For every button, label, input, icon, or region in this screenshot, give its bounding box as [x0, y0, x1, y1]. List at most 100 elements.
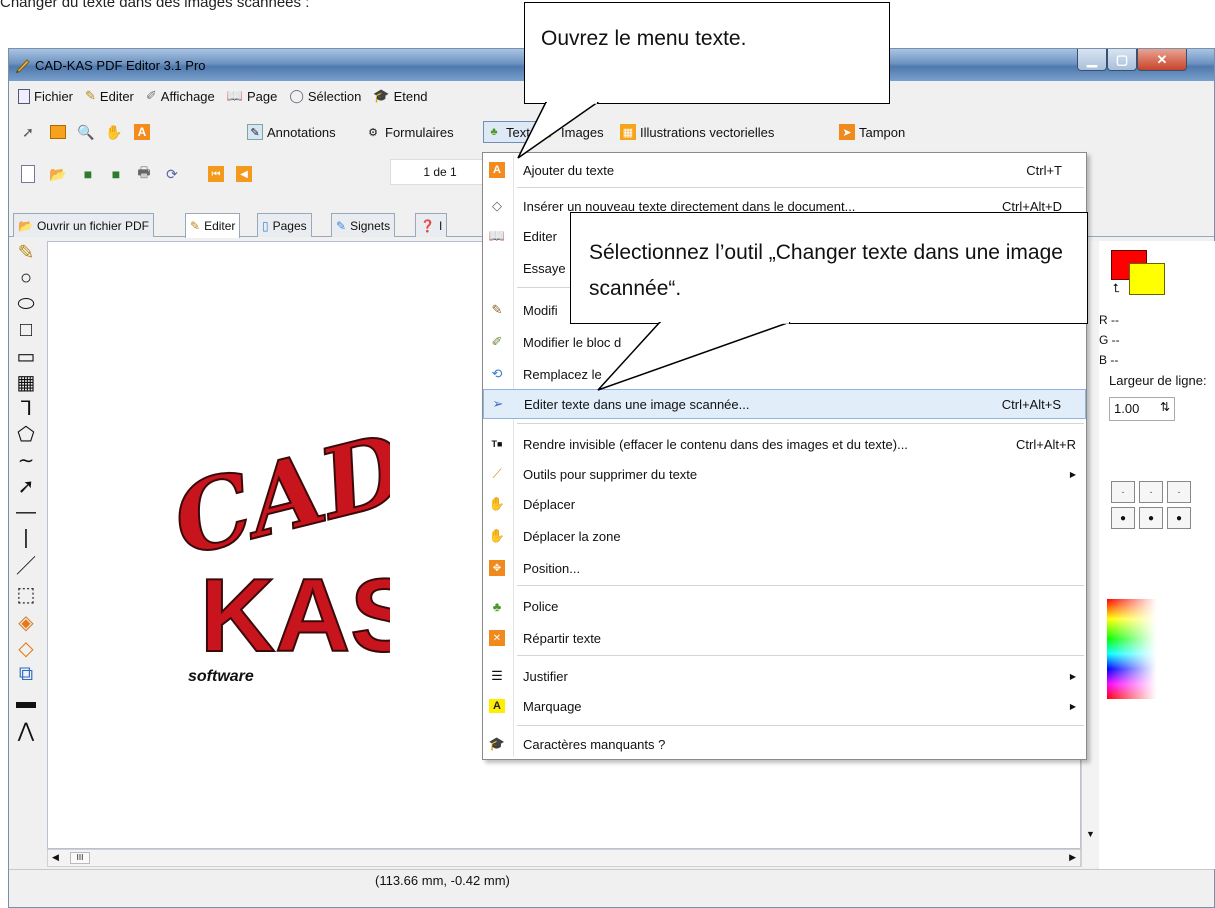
vector-icon: ▦: [620, 124, 636, 140]
table-icon[interactable]: ▦: [15, 371, 37, 394]
fill-selection-icon[interactable]: ◇: [15, 637, 37, 660]
menu-item-marquage[interactable]: A Marquage ▶: [483, 691, 1086, 721]
callout-select-tool-text: Sélectionnez l’outil „Changer texte dans…: [589, 241, 1063, 300]
menu-item-repartir-texte[interactable]: ✕ Répartir texte: [483, 623, 1086, 653]
tab-ouvrir-label: Ouvrir un fichier PDF: [36, 218, 149, 233]
menu-item-deplacer-zone[interactable]: ✋ Déplacer la zone: [483, 521, 1086, 551]
logo-cad: CAD: [161, 411, 390, 579]
menu-item-caracteres-manquants[interactable]: 🎓 Caractères manquants ?: [483, 729, 1086, 759]
secondary-color-swatch[interactable]: [1129, 263, 1165, 295]
green-value: G --: [1099, 333, 1120, 347]
page-indicator[interactable]: 1 de 1: [390, 159, 490, 185]
hand-icon[interactable]: ✋: [105, 123, 123, 141]
tab-editer[interactable]: ✎ Editer: [185, 213, 241, 238]
menu-item-outils-supprimer[interactable]: ⟋ Outils pour supprimer du texte ▶: [483, 459, 1086, 489]
menu-etendre[interactable]: 🎓 Etend: [370, 88, 430, 104]
tab-pages[interactable]: ▯ Pages: [257, 213, 312, 237]
horizontal-line-icon[interactable]: —: [15, 501, 37, 523]
tab-info[interactable]: ❓ I: [415, 213, 448, 237]
menu-page[interactable]: 📖 Page: [224, 88, 281, 104]
dot-large-3[interactable]: ●: [1167, 507, 1191, 529]
spinner-icon[interactable]: ⇅: [1160, 400, 1170, 414]
print-icon[interactable]: 🖶: [135, 164, 153, 183]
eraser-icon: ◇: [492, 198, 502, 213]
annotation-icon: ✎: [247, 124, 263, 140]
menu-selection[interactable]: ◯ Sélection: [286, 88, 364, 104]
menu-item-justifier[interactable]: ☰ Justifier ▶: [483, 661, 1086, 691]
menu-item-police[interactable]: ♣ Police: [483, 591, 1086, 621]
menu-editer[interactable]: ✎ Editer: [82, 88, 137, 104]
edit-pen-icon: ✎: [85, 88, 96, 103]
tampon-button[interactable]: ➤ Tampon: [837, 121, 907, 143]
square-icon[interactable]: □: [15, 319, 37, 341]
menu-item-shortcut: Ctrl+Alt+R: [1016, 436, 1076, 452]
menu-item-deplacer[interactable]: ✋ Déplacer: [483, 489, 1086, 519]
polygon-icon[interactable]: ⬠: [15, 423, 37, 446]
horizontal-scrollbar[interactable]: ◀ III ▶: [47, 849, 1081, 867]
help-icon: ❓: [420, 218, 435, 233]
menu-item-rendre-invisible[interactable]: T■ Rendre invisible (effacer le contenu …: [483, 429, 1086, 459]
color-spectrum[interactable]: [1107, 599, 1159, 699]
illustrations-button[interactable]: ▦ Illustrations vectorielles: [618, 121, 776, 143]
save-icon[interactable]: ■: [79, 165, 97, 183]
circle-icon[interactable]: ○: [15, 267, 37, 289]
save-as-icon[interactable]: ■: [107, 165, 125, 183]
minimize-icon: ▁: [1087, 51, 1097, 67]
status-bar: (113.66 mm, -0.42 mm): [9, 869, 1214, 891]
curve-icon[interactable]: ∼: [15, 449, 37, 472]
swap-colors-icon[interactable]: ⮤: [1113, 281, 1120, 296]
diagonal-line-icon[interactable]: ／: [15, 553, 37, 578]
menu-fichier-label: Fichier: [34, 88, 74, 104]
prev-page-icon[interactable]: ◀: [235, 165, 253, 183]
zoom-icon[interactable]: 🔍: [77, 123, 95, 141]
tab-ouvrir[interactable]: 📂 Ouvrir un fichier PDF: [13, 213, 154, 237]
menu-item-label: Editer: [523, 228, 557, 244]
hat-icon: 🎓: [488, 736, 506, 751]
menu-affichage[interactable]: ✐ Affichage: [143, 88, 218, 104]
dot-large-2[interactable]: ●: [1139, 507, 1163, 529]
first-page-icon[interactable]: ⏮: [207, 165, 225, 183]
tab-signets[interactable]: ✎ Signets: [331, 213, 396, 237]
scroll-thumb[interactable]: III: [70, 852, 90, 864]
angle-icon[interactable]: ⋀: [15, 719, 37, 742]
maximize-button[interactable]: ▢: [1107, 49, 1137, 71]
menu-item-label: Déplacer: [523, 496, 576, 512]
dot-small-2[interactable]: ·: [1139, 481, 1163, 503]
formulaires-button[interactable]: ⚙ Formulaires: [363, 121, 456, 143]
vertical-line-icon[interactable]: |: [15, 527, 37, 549]
dot-small-3[interactable]: ·: [1167, 481, 1191, 503]
fill-icon[interactable]: ◈: [15, 611, 37, 634]
menu-separator: [517, 725, 1084, 726]
menu-fichier[interactable]: Fichier: [15, 88, 76, 104]
tab-info-label: I: [438, 218, 443, 233]
text-a-icon[interactable]: A: [133, 123, 151, 141]
frame-icon[interactable]: [49, 123, 67, 141]
thick-line-icon[interactable]: ▬: [15, 691, 37, 713]
arrow-icon[interactable]: ➚: [15, 475, 37, 498]
new-file-icon[interactable]: [19, 165, 37, 183]
lasso-icon: ◯: [289, 88, 304, 103]
ellipse-icon[interactable]: ⬭: [15, 293, 37, 315]
annotations-button[interactable]: ✎ Annotations: [245, 121, 338, 143]
scroll-right-icon[interactable]: ▶: [1069, 852, 1076, 863]
highlight-icon: A: [487, 696, 507, 716]
open-folder-icon[interactable]: 📂: [49, 165, 67, 183]
rectangle-icon[interactable]: ▭: [15, 345, 37, 368]
cursor-icon[interactable]: ➚: [19, 123, 37, 141]
distribute-icon: ✕: [487, 628, 507, 648]
polyline-icon[interactable]: ᒣ: [15, 397, 37, 420]
scroll-down-icon[interactable]: ▼: [1086, 829, 1095, 839]
scroll-left-icon[interactable]: ◀: [52, 852, 59, 863]
minimize-button[interactable]: ▁: [1077, 49, 1107, 71]
rotate-icon[interactable]: ⟳: [163, 165, 181, 183]
dot-small-1[interactable]: ·: [1111, 481, 1135, 503]
callout-open-menu: Ouvrez le menu texte.: [524, 2, 890, 104]
dot-large-1[interactable]: ●: [1111, 507, 1135, 529]
crop-icon[interactable]: ⧉: [15, 663, 37, 685]
brush-icon[interactable]: ✎: [15, 241, 37, 264]
close-button[interactable]: ✕: [1137, 49, 1187, 71]
bookmark-icon: ✎: [336, 218, 347, 233]
line-width-input[interactable]: 1.00 ⇅: [1109, 397, 1175, 421]
menu-item-position[interactable]: ✥ Position...: [483, 553, 1086, 583]
selection-rect-icon[interactable]: ⬚: [15, 583, 37, 606]
